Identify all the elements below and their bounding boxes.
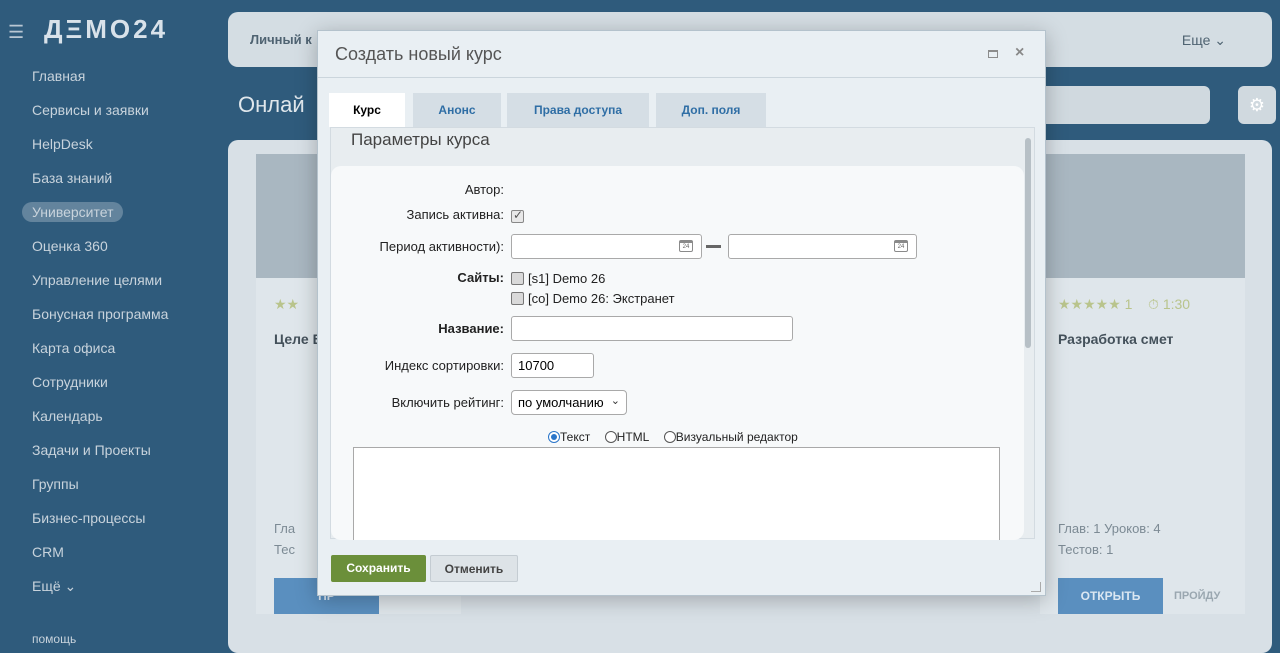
menu-icon[interactable]: ☰ bbox=[8, 22, 24, 43]
period-to-input[interactable]: 24 bbox=[728, 234, 917, 259]
course-image bbox=[1040, 154, 1245, 278]
dialog-footer: Сохранить Отменить bbox=[318, 549, 1045, 596]
radio-visual[interactable] bbox=[663, 430, 676, 443]
radio-text-label: Текст bbox=[560, 429, 591, 444]
sidebar-item-helpdesk[interactable]: HelpDesk bbox=[32, 134, 168, 168]
sidebar-item-employees[interactable]: Сотрудники bbox=[32, 372, 168, 406]
sidebar-item-goals[interactable]: Управление целями bbox=[32, 270, 168, 304]
close-icon[interactable]: × bbox=[1015, 44, 1024, 62]
course-title[interactable]: Разработка смет bbox=[1040, 313, 1245, 347]
sidebar: ☰ ДΞМО24 Главная Сервисы и заявки HelpDe… bbox=[0, 0, 228, 653]
sidebar-item-office-map[interactable]: Карта офиса bbox=[32, 338, 168, 372]
calendar-icon[interactable]: 24 bbox=[894, 240, 908, 252]
gear-icon[interactable]: ⚙ bbox=[1238, 86, 1276, 124]
course-card: ★★★★★ 1 ⏱ 1:30 Разработка смет Глав: 1 У… bbox=[1040, 154, 1245, 614]
sort-label: Индекс сортировки: bbox=[384, 358, 504, 373]
sites-label: Сайты: bbox=[457, 270, 504, 285]
sidebar-item-bp[interactable]: Бизнес-процессы bbox=[32, 508, 168, 542]
sidebar-item-tasks[interactable]: Задачи и Проекты bbox=[32, 440, 168, 474]
create-course-dialog: Создать новый курс × Курс Анонс Права до… bbox=[317, 30, 1046, 596]
name-label: Название: bbox=[438, 321, 504, 336]
radio-visual-label: Визуальный редактор bbox=[675, 429, 798, 444]
sidebar-item-knowledge[interactable]: База знаний bbox=[32, 168, 168, 202]
course-meta: Глав: 1 Уроков: 4 Тестов: 1 bbox=[1058, 521, 1161, 557]
tab-course[interactable]: Курс bbox=[329, 93, 405, 127]
site-co-checkbox[interactable] bbox=[511, 292, 524, 306]
active-checkbox[interactable] bbox=[511, 208, 524, 224]
course-form: Автор: Запись активна: Период активности… bbox=[331, 166, 1024, 540]
resize-handle[interactable] bbox=[1031, 582, 1041, 592]
page-title: Онлай bbox=[238, 92, 305, 117]
author-label: Автор: bbox=[464, 182, 504, 197]
sidebar-item-bonus[interactable]: Бонусная программа bbox=[32, 304, 168, 338]
description-textarea[interactable] bbox=[353, 447, 1000, 540]
period-from-input[interactable]: 24 bbox=[511, 234, 702, 259]
tab-extra-fields[interactable]: Доп. поля bbox=[656, 93, 766, 127]
radio-html-label: HTML bbox=[616, 429, 650, 444]
site-co-label: [co] Demo 26: Экстранет bbox=[528, 291, 675, 307]
radio-html[interactable] bbox=[604, 430, 617, 443]
radio-text[interactable] bbox=[548, 430, 560, 443]
sidebar-item-more[interactable]: Ещё ⌄ bbox=[32, 576, 168, 610]
dialog-title: Создать новый курс bbox=[335, 44, 502, 64]
tab-announce[interactable]: Анонс bbox=[413, 93, 501, 127]
maximize-icon[interactable] bbox=[988, 50, 998, 58]
sidebar-item-360[interactable]: Оценка 360 bbox=[32, 236, 168, 270]
sort-input[interactable]: 10700 bbox=[511, 353, 594, 378]
site-option: [co] Demo 26: Экстранет bbox=[511, 290, 675, 308]
scrollbar[interactable] bbox=[1024, 138, 1032, 538]
sidebar-item-university[interactable]: Университет bbox=[22, 202, 168, 236]
logo: ДΞМО24 bbox=[44, 14, 169, 44]
sidebar-item-home[interactable]: Главная bbox=[32, 66, 168, 100]
open-button[interactable]: ОТКРЫТЬ bbox=[1058, 578, 1163, 614]
sidebar-menu: Главная Сервисы и заявки HelpDesk База з… bbox=[22, 66, 168, 610]
topbar-personal[interactable]: Личный к bbox=[250, 32, 312, 47]
rating-label: Включить рейтинг: bbox=[391, 395, 504, 410]
period-label: Период активности): bbox=[379, 239, 504, 254]
save-button[interactable]: Сохранить bbox=[331, 555, 426, 582]
rating-stars: ★★★★★ 1 ⏱ 1:30 bbox=[1058, 296, 1191, 312]
dialog-header: Создать новый курс × bbox=[318, 31, 1045, 78]
chevron-down-icon: ⌄ bbox=[610, 395, 620, 407]
tab-panel: Параметры курса Автор: Запись активна: П… bbox=[330, 127, 1035, 540]
active-label: Запись активна: bbox=[406, 207, 504, 222]
sidebar-item-services[interactable]: Сервисы и заявки bbox=[32, 100, 168, 134]
sidebar-item-crm[interactable]: CRM bbox=[32, 542, 168, 576]
topbar-more[interactable]: Еще ⌄ bbox=[1182, 32, 1226, 49]
scrollbar-thumb[interactable] bbox=[1025, 138, 1031, 348]
tab-access[interactable]: Права доступа bbox=[507, 93, 649, 127]
site-s1-label: [s1] Demo 26 bbox=[528, 271, 606, 287]
cancel-button[interactable]: Отменить bbox=[430, 555, 518, 582]
site-option: [s1] Demo 26 bbox=[511, 270, 605, 288]
name-input[interactable] bbox=[511, 316, 793, 341]
sidebar-item-groups[interactable]: Группы bbox=[32, 474, 168, 508]
sidebar-item-calendar[interactable]: Календарь bbox=[32, 406, 168, 440]
calendar-icon[interactable]: 24 bbox=[679, 240, 693, 252]
pass-link[interactable]: ПРОЙДУ bbox=[1174, 590, 1220, 602]
period-dash bbox=[706, 245, 721, 248]
section-title: Параметры курса bbox=[351, 130, 490, 149]
help-link[interactable]: помощь bbox=[32, 632, 76, 646]
site-s1-checkbox[interactable] bbox=[511, 272, 524, 286]
search-input[interactable] bbox=[1040, 86, 1210, 124]
course-meta: Гла Тес bbox=[274, 521, 296, 557]
rating-select[interactable]: по умолчанию ⌄ bbox=[511, 390, 627, 415]
